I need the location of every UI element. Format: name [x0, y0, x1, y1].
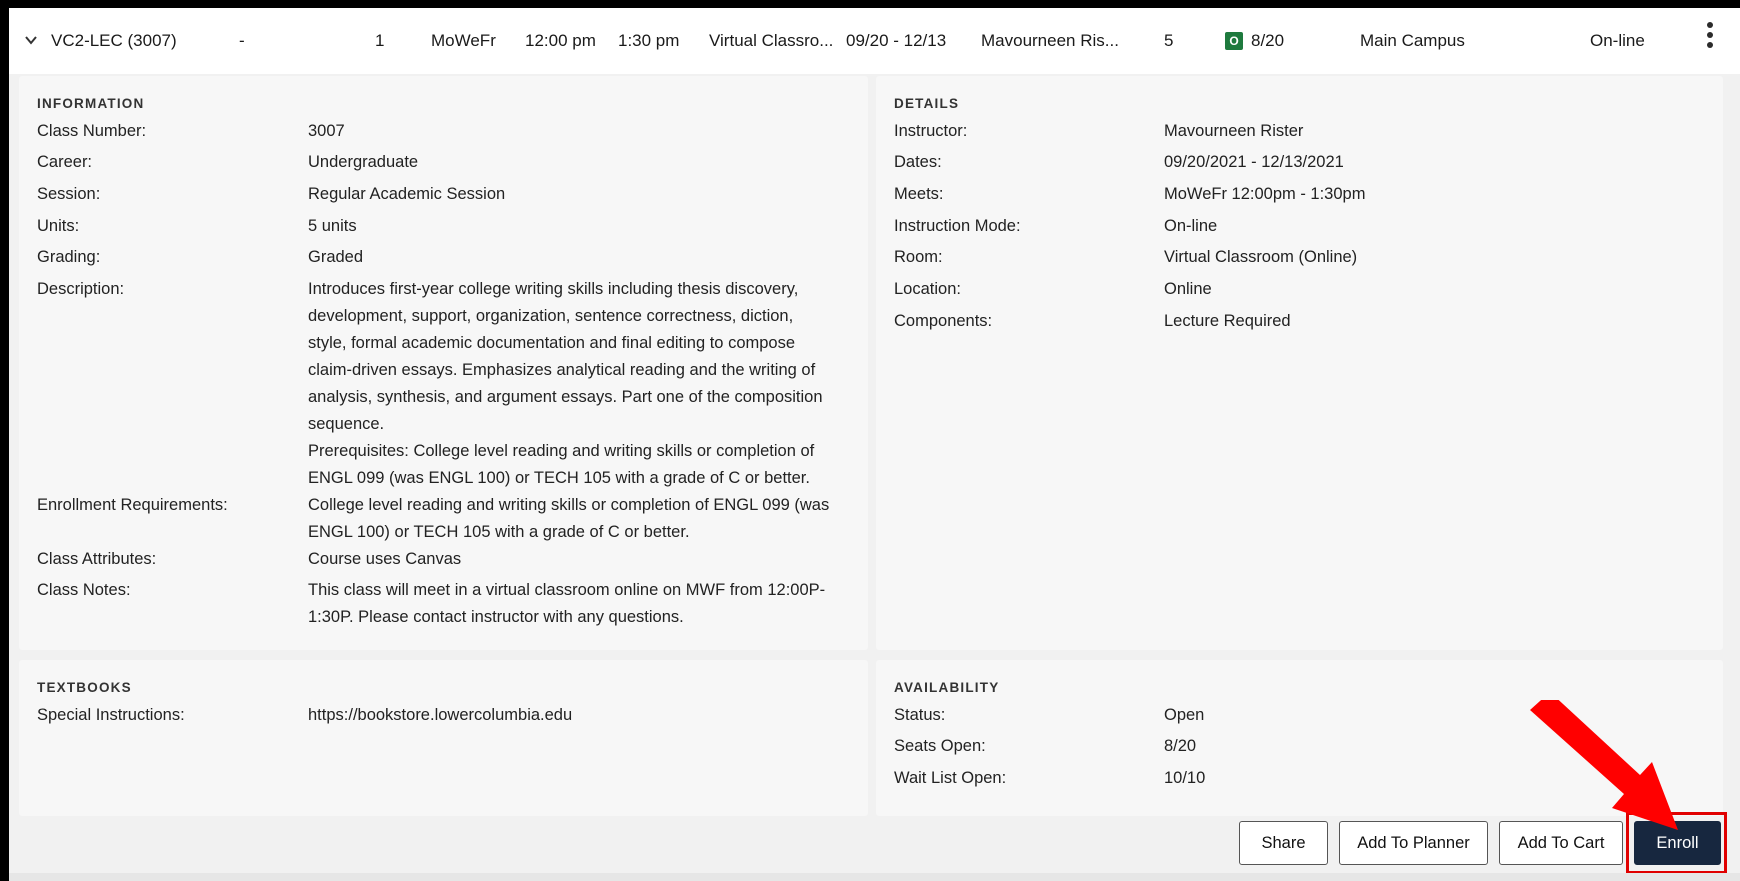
class-notes-value: This class will meet in a virtual classr… — [308, 577, 868, 631]
section-campus: Main Campus — [1360, 31, 1465, 50]
units-value: 5 units — [308, 217, 357, 235]
instruction-mode-value: On-line — [1164, 217, 1218, 235]
class-number-label: Class Number: — [37, 122, 147, 140]
dates-label: Dates: — [894, 153, 942, 171]
open-status-badge: O — [1225, 32, 1243, 50]
more-vertical-icon[interactable] — [1706, 22, 1714, 52]
section-room: Virtual Classro... — [709, 31, 834, 50]
units-label: Units: — [37, 217, 80, 235]
description-line: ENGL 099 (was ENGL 100) or TECH 105 with… — [308, 469, 810, 487]
seats-open-label: Seats Open: — [894, 737, 986, 755]
textbooks-list: Special Instructions: https://bookstore.… — [37, 702, 857, 732]
share-button[interactable]: Share — [1239, 821, 1328, 865]
description-value: Introduces first-year college writing sk… — [308, 276, 868, 492]
description-line: claim-driven essays. Emphasizes analytic… — [308, 361, 816, 379]
components-value: Lecture Required — [1164, 312, 1291, 330]
description-line: analysis, synthesis, and argument essays… — [308, 388, 823, 406]
availability-title: AVAILABILITY — [894, 680, 1000, 695]
room-value: Virtual Classroom (Online) — [1164, 248, 1358, 266]
details-list: Instructor: Mavourneen Rister Dates: 09/… — [894, 118, 1714, 338]
section-code: VC2-LEC (3007) — [51, 31, 177, 50]
session-label: Session: — [37, 185, 101, 203]
location-label: Location: — [894, 280, 961, 298]
section-dash: - — [239, 31, 245, 50]
class-attributes-label: Class Attributes: — [37, 550, 157, 568]
description-line: development, support, organization, sent… — [308, 307, 794, 325]
description-label: Description: — [37, 280, 125, 298]
class-notes-label: Class Notes: — [37, 581, 131, 599]
section-start-time: 12:00 pm — [525, 31, 596, 50]
location-value: Online — [1164, 280, 1212, 298]
description-line: sequence. — [308, 415, 385, 433]
special-instructions-label: Special Instructions: — [37, 706, 185, 724]
wait-list-open-value: 10/10 — [1164, 769, 1206, 787]
career-label: Career: — [37, 153, 93, 171]
section-units: 5 — [1164, 31, 1174, 50]
textbooks-title: TEXTBOOKS — [37, 680, 132, 695]
bottom-strip — [9, 873, 1740, 881]
grading-label: Grading: — [37, 248, 101, 266]
enrollment-requirements-value: College level reading and writing skills… — [308, 492, 868, 546]
red-arrow-annotation — [1530, 700, 1678, 830]
components-label: Components: — [894, 312, 993, 330]
seats-open-value: 8/20 — [1164, 737, 1197, 755]
dates-value: 09/20/2021 - 12/13/2021 — [1164, 153, 1344, 171]
class-attributes-value: Course uses Canvas — [308, 550, 462, 568]
section-mode: On-line — [1590, 31, 1645, 50]
meets-label: Meets: — [894, 185, 944, 203]
class-number-value: 3007 — [308, 122, 345, 140]
special-instructions-value: https://bookstore.lowercolumbia.edu — [308, 706, 573, 724]
meets-value: MoWeFr 12:00pm - 1:30pm — [1164, 185, 1366, 203]
enrollment-requirements-line: ENGL 100) or TECH 105 with a grade of C … — [308, 523, 690, 541]
room-label: Room: — [894, 248, 943, 266]
description-line: Prerequisites: College level reading and… — [308, 442, 815, 460]
career-value: Undergraduate — [308, 153, 419, 171]
section-end-time: 1:30 pm — [618, 31, 680, 50]
status-label: Status: — [894, 706, 946, 724]
section-instructor: Mavourneen Ris... — [981, 31, 1119, 50]
section-dates: 09/20 - 12/13 — [846, 31, 947, 50]
session-value: Regular Academic Session — [308, 185, 506, 203]
class-notes-line: This class will meet in a virtual classr… — [308, 581, 826, 599]
status-value: Open — [1164, 706, 1205, 724]
enrollment-requirements-label: Enrollment Requirements: — [37, 496, 228, 514]
description-line: style, formal academic documentation and… — [308, 334, 796, 352]
grading-value: Graded — [308, 248, 364, 266]
section-session: 1 — [375, 31, 385, 50]
enrollment-requirements-line: College level reading and writing skills… — [308, 496, 830, 514]
information-panel: INFORMATION Class Number: 3007 Career: U… — [19, 76, 868, 650]
add-to-planner-button[interactable]: Add To Planner — [1339, 821, 1488, 865]
section-days: MoWeFr — [431, 31, 496, 50]
information-title: INFORMATION — [37, 96, 145, 111]
instructor-label: Instructor: — [894, 122, 968, 140]
description-line: Introduces first-year college writing sk… — [308, 280, 799, 298]
instructor-value: Mavourneen Rister — [1164, 122, 1304, 140]
section-seats-value: 8/20 — [1251, 31, 1285, 50]
information-list: Class Number: 3007 Career: Undergraduate… — [37, 118, 857, 648]
wait-list-open-label: Wait List Open: — [894, 769, 1007, 787]
details-title: DETAILS — [894, 96, 960, 111]
instruction-mode-label: Instruction Mode: — [894, 217, 1021, 235]
chevron-down-icon[interactable] — [23, 32, 39, 48]
class-notes-line: 1:30P. Please contact instructor with an… — [308, 608, 684, 626]
section-row[interactable]: VC2-LEC (3007) - 1 MoWeFr 12:00 pm 1:30 … — [9, 8, 1740, 74]
textbooks-panel: TEXTBOOKS Special Instructions: https://… — [19, 660, 868, 816]
section-seats: O 8/20 — [1225, 31, 1284, 51]
details-panel: DETAILS Instructor: Mavourneen Rister Da… — [876, 76, 1723, 650]
